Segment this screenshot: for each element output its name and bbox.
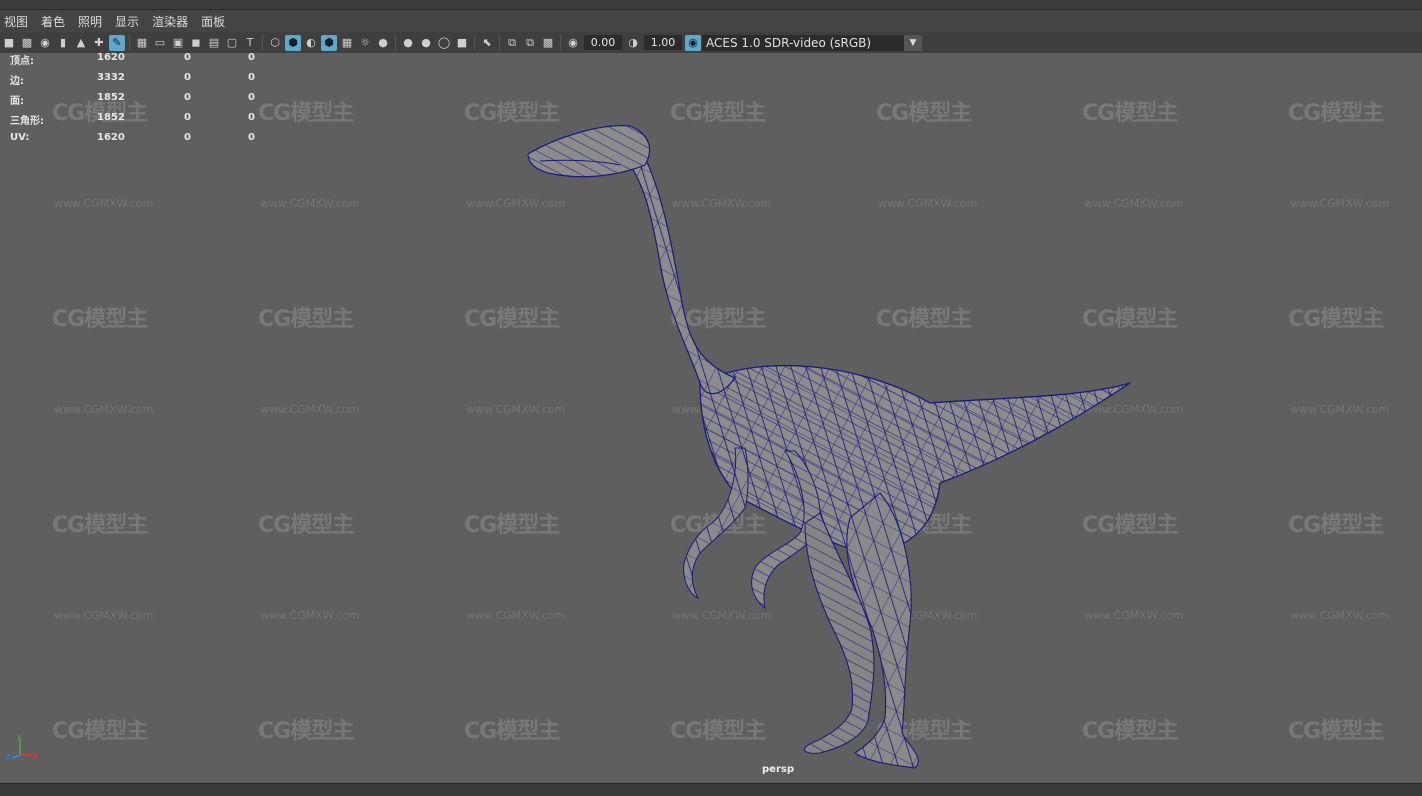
isolate-select-icon[interactable]: ⬉ [479, 35, 495, 51]
hud-value: 1620 [97, 132, 125, 143]
menu-panels[interactable]: 面板 [197, 13, 234, 30]
axis-z-label: z [6, 752, 10, 761]
window-top-strip [0, 0, 1422, 10]
xray-joints-icon[interactable]: ⧉ [522, 35, 538, 51]
hud-value: 0 [184, 53, 191, 63]
hud-value: 3332 [97, 72, 125, 83]
menu-shading[interactable]: 着色 [37, 13, 74, 30]
hud-label: 三角形: [10, 116, 44, 127]
view-axis-gizmo: y z x [6, 733, 38, 761]
panel-toolbar: ■ ▩ ◉ ▮ ▲ ✚ ✎ ▦ ▭ ▣ ◼ ▤ ▢ T ⬡ ⬢ ◐ ⬢ ▦ ☼ … [0, 32, 1422, 54]
textured-icon[interactable]: ▦ [339, 35, 355, 51]
toolbar-divider [395, 34, 396, 51]
hud-row-faces: 面: 1852 0 0 [0, 92, 270, 107]
hud-value: 0 [248, 92, 255, 103]
shadows-icon[interactable]: ● [375, 35, 391, 51]
hud-value: 0 [248, 53, 255, 63]
hud-value: 0 [184, 112, 191, 123]
hud-row-uvs: UV: 1620 0 0 [0, 132, 270, 146]
motion-blur-icon[interactable]: ● [418, 35, 434, 51]
persp-viewport[interactable]: CG模型主 www.CGMXW.com CG模型主 www.CGMXW.com CG模型… [0, 53, 1422, 783]
toolbar-divider [499, 34, 500, 51]
hud-value: 1852 [97, 92, 125, 103]
exposure-icon[interactable]: ◉ [565, 35, 581, 51]
screen-space-ao-icon[interactable]: ● [400, 35, 416, 51]
hud-row-triangles: 三角形: 1852 0 0 [0, 112, 270, 127]
hud-value: 0 [248, 72, 255, 83]
safe-action-icon[interactable]: ▢ [224, 35, 240, 51]
wireframe-on-shaded-icon[interactable]: ⬢ [321, 34, 337, 51]
view-transform-value: ACES 1.0 SDR-video (sRGB) [706, 35, 872, 50]
menu-view[interactable]: 视图 [0, 13, 37, 30]
grease-pencil-icon[interactable]: ✎ [109, 34, 125, 51]
hud-value: 0 [184, 72, 191, 83]
anti-aliasing-icon[interactable]: ◯ [436, 35, 452, 51]
menu-lighting[interactable]: 照明 [74, 13, 111, 30]
hud-row-edges: 边: 3332 0 0 [0, 72, 270, 87]
toolbar-divider [560, 34, 561, 51]
panel-menu-bar: 视图 着色 照明 显示 渲染器 面板 [0, 10, 1422, 32]
gamma-field[interactable]: 1.00 [644, 35, 682, 50]
hud-label: 边: [10, 76, 24, 87]
hud-value: 1620 [97, 53, 125, 63]
hud-value: 0 [184, 92, 191, 103]
timeline-strip [0, 783, 1422, 796]
axis-x-label: x [33, 751, 38, 760]
camera-select-icon[interactable]: ■ [1, 35, 17, 51]
gate-mask-icon[interactable]: ◼ [188, 35, 204, 51]
toolbar-divider [474, 34, 475, 51]
hud-row-vertices: 顶点: 1620 0 0 [0, 53, 270, 67]
bookmark-icon[interactable]: ▮ [55, 35, 71, 51]
color-management-icon[interactable]: ◉ [685, 34, 701, 51]
camera-name-label: persp [762, 764, 794, 775]
dinosaur-wireframe-model[interactable] [0, 53, 1422, 783]
toolbar-divider [129, 34, 130, 51]
view-transform-dropdown[interactable]: ACES 1.0 SDR-video (sRGB) ▼ [702, 34, 922, 51]
grid-icon[interactable]: ▦ [134, 35, 150, 51]
lights-icon[interactable]: ☼ [357, 35, 373, 51]
camera-attributes-icon[interactable]: ▩ [19, 35, 35, 51]
chevron-down-icon: ▼ [904, 34, 922, 51]
hud-value: 0 [184, 132, 191, 143]
smooth-shade-icon[interactable]: ⬢ [285, 34, 301, 51]
wireframe-icon[interactable]: ⬡ [267, 35, 283, 51]
film-gate-icon[interactable]: ▭ [152, 35, 168, 51]
axis-y-label: y [17, 733, 22, 741]
hud-value: 0 [248, 112, 255, 123]
safe-title-icon[interactable]: T [242, 35, 258, 51]
xray-icon[interactable]: ⧉ [504, 35, 520, 51]
hud-label: 面: [10, 96, 24, 107]
gamma-icon[interactable]: ◑ [625, 35, 641, 51]
field-chart-icon[interactable]: ▤ [206, 35, 222, 51]
maya-viewport-window: 视图 着色 照明 显示 渲染器 面板 ■ ▩ ◉ ▮ ▲ ✚ ✎ ▦ ▭ ▣ ◼… [0, 0, 1422, 796]
menu-show[interactable]: 显示 [111, 13, 148, 30]
dinosaur-mesh [527, 125, 1131, 769]
default-material-icon[interactable]: ◐ [303, 35, 319, 51]
toolbar-divider [262, 34, 263, 51]
depth-of-field-icon[interactable]: ■ [454, 35, 470, 51]
camera-bookmark-icon[interactable]: ◉ [37, 35, 53, 51]
exposure-field[interactable]: 0.00 [584, 35, 622, 50]
hud-value: 1852 [97, 112, 125, 123]
image-plane-icon[interactable]: ▲ [73, 35, 89, 51]
hud-label: 顶点: [10, 56, 34, 67]
menu-renderer[interactable]: 渲染器 [148, 13, 197, 30]
resolution-gate-icon[interactable]: ▣ [170, 35, 186, 51]
hud-value: 0 [248, 132, 255, 143]
xray-components-icon[interactable]: ▩ [540, 35, 556, 51]
2d-pan-zoom-icon[interactable]: ✚ [91, 35, 107, 51]
hud-label: UV: [10, 132, 30, 143]
